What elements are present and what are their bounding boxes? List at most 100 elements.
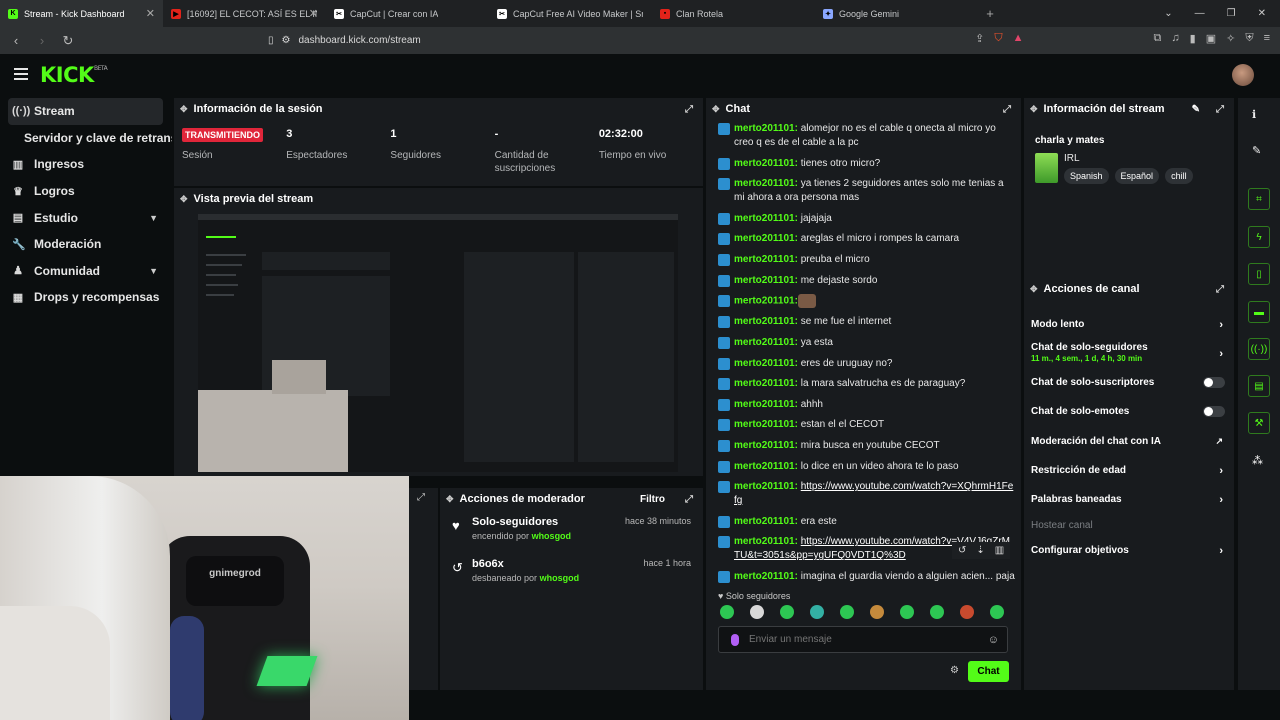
expand-icon[interactable]: ⤢	[1216, 284, 1224, 295]
sidebar-item-server-key[interactable]: Servidor y clave de retransm	[0, 125, 172, 152]
chat-message[interactable]: merto201101: eres de uruguay no?	[718, 357, 1016, 371]
chat-message[interactable]: merto201101: se me fue el internet	[718, 315, 1016, 329]
url-field[interactable]: ▯ ⚙ dashboard.kick.com/stream	[268, 32, 421, 49]
browser-tab[interactable]: ✂ CapCut Free AI Video Maker | Smart	[489, 0, 652, 27]
close-tab-icon[interactable]: ✕	[309, 7, 318, 20]
chat-username[interactable]: merto201101:	[734, 481, 798, 492]
chat-username[interactable]: merto201101:	[734, 399, 798, 410]
emote-icon[interactable]	[990, 605, 1004, 619]
chat-username[interactable]: merto201101:	[734, 419, 798, 430]
chat-message-field[interactable]	[749, 634, 969, 645]
pin-icon[interactable]: ⇣	[976, 545, 984, 556]
sidebar-item-studio[interactable]: ▤ Estudio ▼	[0, 204, 172, 231]
chat-message[interactable]: merto201101: https://www.youtube.com/wat…	[718, 480, 1016, 508]
crop-icon[interactable]: ⌗	[1248, 188, 1270, 210]
sidebar-item-stream[interactable]: ((·)) Stream	[8, 98, 163, 125]
chat-message[interactable]: merto201101: areglas el micro i rompes l…	[718, 232, 1016, 246]
layout-icon[interactable]: ▤	[1248, 375, 1270, 397]
chat-message[interactable]: merto201101:	[718, 294, 1016, 309]
list-item[interactable]: ↺ b6o6x desbaneado por whosgod hace 1 ho…	[440, 558, 703, 594]
stream-preview-video[interactable]	[198, 214, 678, 472]
nodes-icon[interactable]: ⁂	[1252, 454, 1263, 467]
chat-message[interactable]: merto201101: preuba el micro	[718, 253, 1016, 267]
rewards-icon[interactable]: ▲	[1013, 32, 1024, 45]
undo-icon[interactable]: ↺	[958, 545, 966, 556]
followers-only-row[interactable]: Chat de solo-seguidores 11 m., 4 sem., 1 …	[1031, 342, 1227, 363]
forward-button[interactable]: ›	[32, 33, 52, 48]
chat-message[interactable]: merto201101: ya tienes 2 seguidores ante…	[718, 177, 1016, 205]
chat-username[interactable]: merto201101:	[734, 178, 798, 189]
brave-shield-icon[interactable]: ⛉	[994, 32, 1002, 45]
microphone-icon[interactable]	[731, 633, 739, 646]
ai-moderation-row[interactable]: Moderación del chat con IA ↗	[1031, 436, 1227, 447]
chat-username[interactable]: merto201101:	[734, 378, 798, 389]
expand-icon[interactable]: ⤢	[1003, 104, 1011, 115]
leo-icon[interactable]: ✧	[1226, 32, 1235, 45]
emote-icon[interactable]	[930, 605, 944, 619]
chat-message[interactable]: merto201101: lo dice en un video ahora t…	[718, 460, 1016, 474]
chat-message[interactable]: merto201101: tienes otro micro?	[718, 157, 1016, 171]
chat-username[interactable]: merto201101:	[734, 123, 798, 134]
age-restriction-row[interactable]: Restricción de edad ›	[1031, 465, 1227, 477]
menu-icon[interactable]: ≡	[1264, 32, 1270, 45]
chat-bubble-icon[interactable]: ▬	[1248, 301, 1270, 323]
expand-icon[interactable]: ⤢	[417, 492, 425, 503]
chat-message[interactable]: merto201101: estan el el CECOT	[718, 418, 1016, 432]
maximize-button[interactable]: ❐	[1227, 8, 1236, 19]
browser-tab[interactable]: K Stream - Kick Dashboard ✕	[0, 0, 163, 27]
chat-username[interactable]: merto201101:	[734, 516, 798, 527]
chat-username[interactable]: merto201101:	[734, 536, 798, 547]
subs-only-toggle[interactable]	[1203, 377, 1225, 388]
chat-message[interactable]: merto201101: alomejor no es el cable q o…	[718, 122, 1016, 150]
lightning-icon[interactable]: ϟ	[1248, 226, 1270, 248]
send-chat-button[interactable]: Chat	[968, 661, 1009, 682]
chat-message[interactable]: merto201101: la mara salvatrucha es de p…	[718, 377, 1016, 391]
sidebar-item-moderation[interactable]: 🔧 Moderación	[0, 231, 172, 258]
chat-username[interactable]: merto201101:	[734, 213, 798, 224]
chat-message[interactable]: merto201101: mira busca en youtube CECOT	[718, 439, 1016, 453]
banned-words-row[interactable]: Palabras baneadas ›	[1031, 494, 1227, 506]
chat-username[interactable]: merto201101:	[734, 275, 798, 286]
chat-message[interactable]: merto201101: era este	[718, 515, 1016, 529]
avatar[interactable]	[1232, 64, 1254, 86]
browser-tab[interactable]: ✂ CapCut | Crear con IA	[326, 0, 489, 27]
kick-logo[interactable]: KICK BETA	[40, 63, 108, 87]
extensions-icon[interactable]: ⧉	[1154, 32, 1162, 45]
chat-username[interactable]: merto201101:	[734, 461, 798, 472]
expand-icon[interactable]: ⤢	[1216, 104, 1224, 115]
sidebar-item-revenue[interactable]: ▥ Ingresos	[0, 151, 172, 178]
filter-button[interactable]: Filtro	[640, 494, 665, 505]
chat-message[interactable]: merto201101: ya esta	[718, 336, 1016, 350]
media-icon[interactable]: ♫	[1171, 32, 1179, 45]
close-window-button[interactable]: ✕	[1258, 8, 1266, 19]
emote-icon[interactable]	[960, 605, 974, 619]
trash-icon[interactable]: ▥	[995, 545, 1004, 556]
emote-icon[interactable]	[720, 605, 734, 619]
wallet-icon[interactable]: ▣	[1206, 32, 1216, 45]
minimize-button[interactable]: —	[1195, 8, 1205, 19]
vpn-icon[interactable]: ⛨	[1245, 32, 1253, 45]
expand-icon[interactable]: ⤢	[685, 104, 693, 115]
sidebar-icon[interactable]: ▮	[1190, 32, 1196, 45]
chat-username[interactable]: merto201101:	[734, 440, 798, 451]
broadcast-icon[interactable]: ((·))	[1248, 338, 1270, 360]
chat-username[interactable]: merto201101:	[734, 158, 798, 169]
pencil-icon[interactable]: ✎	[1252, 144, 1261, 157]
emote-icon[interactable]	[870, 605, 884, 619]
emote-icon[interactable]	[810, 605, 824, 619]
moderator-name[interactable]: whosgod	[540, 573, 580, 583]
chat-username[interactable]: merto201101:	[734, 296, 798, 307]
new-tab-button[interactable]: +	[978, 6, 1002, 21]
expand-icon[interactable]: ⤢	[685, 494, 693, 505]
chat-message[interactable]: merto201101: jajajaja	[718, 212, 1016, 226]
bookmark-icon[interactable]: ▯	[268, 35, 274, 46]
chevron-down-icon[interactable]: ⌄	[1164, 8, 1172, 19]
share-icon[interactable]: ⇪	[975, 32, 984, 45]
list-item[interactable]: ♥ Solo-seguidores encendido por whosgod …	[440, 516, 703, 552]
info-icon[interactable]: ℹ	[1252, 108, 1256, 121]
chat-username[interactable]: merto201101:	[734, 254, 798, 265]
emote-icon[interactable]	[780, 605, 794, 619]
browser-tab[interactable]: ✦ Google Gemini	[815, 0, 978, 27]
chat-username[interactable]: merto201101:	[734, 233, 798, 244]
chat-message[interactable]: merto201101: imagina el guardia viendo a…	[718, 570, 1016, 584]
